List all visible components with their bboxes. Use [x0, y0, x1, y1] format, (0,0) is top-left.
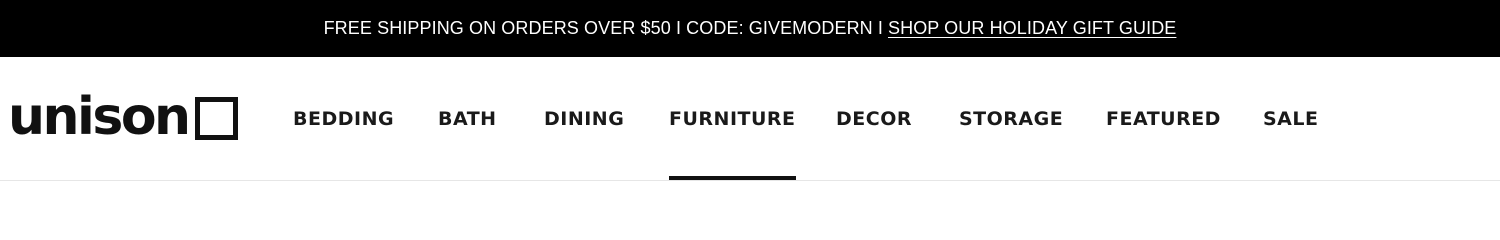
logo-square-icon — [194, 96, 238, 140]
nav-item-dining[interactable]: DINING — [544, 57, 624, 181]
promo-banner: FREE SHIPPING ON ORDERS OVER $50 I CODE:… — [0, 0, 1500, 57]
unison-logo[interactable]: unison — [8, 87, 238, 147]
nav-item-bath[interactable]: BATH — [438, 57, 497, 181]
nav-item-bedding[interactable]: BEDDING — [293, 57, 394, 181]
nav-item-featured[interactable]: FEATURED — [1106, 57, 1221, 181]
promo-text: FREE SHIPPING ON ORDERS OVER $50 I CODE:… — [323, 18, 883, 38]
nav-item-decor[interactable]: DECOR — [836, 57, 912, 181]
holiday-gift-guide-link[interactable]: SHOP OUR HOLIDAY GIFT GUIDE — [888, 18, 1176, 39]
logo-wordmark: unison — [8, 87, 191, 147]
nav-item-furniture[interactable]: FURNITURE — [669, 57, 796, 181]
nav-item-storage[interactable]: STORAGE — [959, 57, 1063, 181]
nav-item-sale[interactable]: SALE — [1263, 57, 1318, 181]
site-header: unison BEDDING BATH DINING FURNITURE DEC… — [0, 57, 1500, 181]
